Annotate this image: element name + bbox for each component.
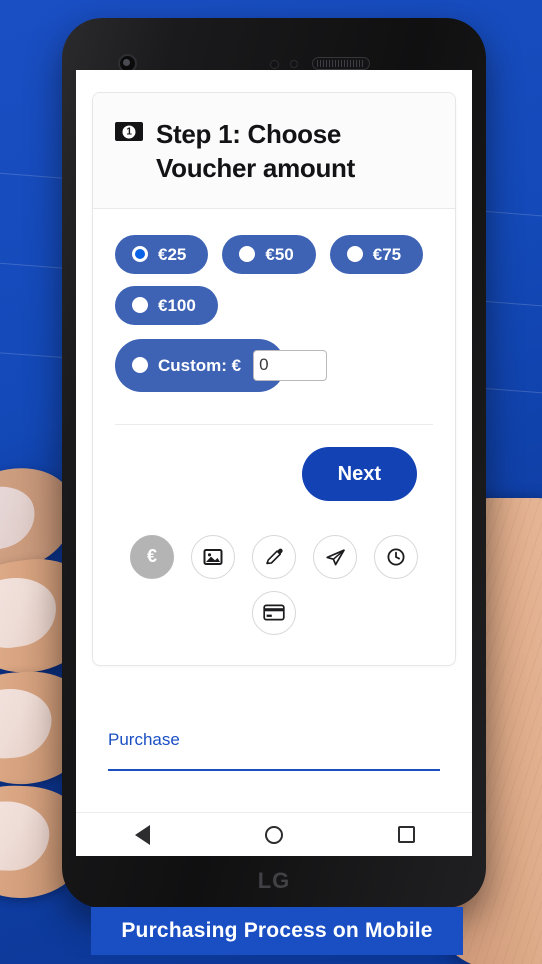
custom-amount-input[interactable] xyxy=(253,349,328,381)
light-sensor-icon xyxy=(290,60,298,68)
step-send-icon[interactable] xyxy=(313,534,357,579)
earpiece-speaker-icon xyxy=(312,57,370,70)
phone-brand-logo: LG xyxy=(257,868,291,893)
step-pencil-icon[interactable] xyxy=(252,534,296,579)
amount-options-row-2: €100 xyxy=(115,285,433,325)
radio-custom[interactable] xyxy=(132,357,148,374)
app-content: Step 1: Choose Voucher amount €25 €50 xyxy=(76,70,472,771)
caption-banner: Purchasing Process on Mobile xyxy=(91,907,463,955)
purchase-section: Purchase xyxy=(92,730,456,771)
recents-square-icon xyxy=(397,826,415,843)
radio-100[interactable] xyxy=(132,297,148,314)
proximity-sensor-icon xyxy=(270,60,279,69)
step-clock-icon[interactable] xyxy=(374,534,418,579)
step-euro-icon[interactable]: € xyxy=(130,534,174,579)
fingernail xyxy=(0,572,62,654)
amount-label-25: €25 xyxy=(158,244,187,264)
amount-options-row: €25 €50 €75 xyxy=(115,234,433,274)
back-triangle-icon xyxy=(134,824,150,845)
next-button[interactable]: Next xyxy=(301,446,417,501)
fingernail xyxy=(0,799,50,873)
radio-25[interactable] xyxy=(132,246,148,263)
phone-screen: Step 1: Choose Voucher amount €25 €50 xyxy=(76,70,472,856)
radio-50[interactable] xyxy=(239,246,256,263)
phone-top-bezel xyxy=(62,18,486,73)
step-credit-card-icon[interactable] xyxy=(252,590,296,635)
step-indicator-row: € xyxy=(115,534,433,579)
custom-amount-label: Custom: € xyxy=(158,355,242,375)
amount-option-50[interactable]: €50 xyxy=(222,234,316,274)
purchase-link[interactable]: Purchase xyxy=(108,730,180,750)
amount-option-75[interactable]: €75 xyxy=(329,234,424,274)
fingernail xyxy=(0,478,42,558)
card-header: Step 1: Choose Voucher amount xyxy=(93,93,455,209)
phone-device: LG Step 1: Choose Voucher amount xyxy=(62,18,486,908)
amount-label-100: €100 xyxy=(158,295,196,315)
next-button-row: Next xyxy=(115,425,433,501)
banknote-icon xyxy=(115,122,143,141)
custom-amount-row: Custom: € xyxy=(115,338,433,392)
card-title-text: Step 1: Choose Voucher amount xyxy=(156,119,356,184)
card-body: €25 €50 €75 €100 Custom: € 0 Next € xyxy=(93,209,455,665)
step-image-icon[interactable] xyxy=(191,534,235,579)
euro-glyph: € xyxy=(146,546,157,567)
home-circle-icon xyxy=(265,825,283,844)
android-navigation-bar xyxy=(76,812,472,856)
amount-option-25[interactable]: €25 xyxy=(115,234,209,274)
back-button[interactable] xyxy=(114,813,170,857)
radio-75[interactable] xyxy=(346,246,363,263)
home-button[interactable] xyxy=(246,813,302,857)
amount-option-custom[interactable]: Custom: € xyxy=(115,338,328,392)
step-indicator-row-2 xyxy=(115,590,433,635)
fingernail xyxy=(0,685,54,762)
page-title: Step 1: Choose Voucher amount xyxy=(115,117,433,186)
purchase-underline xyxy=(108,768,440,771)
recents-button[interactable] xyxy=(378,813,434,857)
amount-label-75: €75 xyxy=(372,244,402,264)
screenshot-scene: LG Step 1: Choose Voucher amount xyxy=(0,0,542,964)
voucher-card: Step 1: Choose Voucher amount €25 €50 xyxy=(92,92,456,666)
amount-option-100[interactable]: €100 xyxy=(115,285,218,325)
amount-label-50: €50 xyxy=(265,244,294,264)
